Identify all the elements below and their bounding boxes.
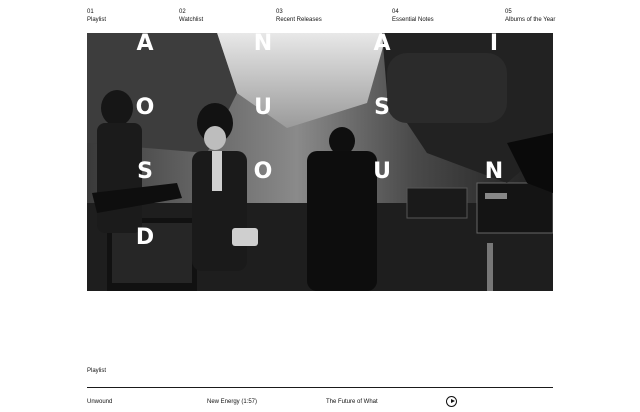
top-navigation: 01 Playlist 02 Watchlist 03 Recent Relea… — [0, 8, 640, 24]
band-photo-illustration — [87, 33, 553, 291]
playlist-section-title: Playlist — [87, 368, 107, 374]
nav-item-albums-of-the-year[interactable]: 05 Albums of the Year — [505, 8, 555, 24]
nav-item-label: Essential Notes — [392, 17, 434, 23]
nav-item-number: 02 — [179, 9, 186, 15]
track-album: The Future of What — [326, 399, 378, 405]
track-song: New Energy (1:57) — [207, 399, 258, 405]
nav-item-number: 01 — [87, 9, 94, 15]
nav-item-recent-releases[interactable]: 03 Recent Releases — [276, 8, 322, 24]
track-artist: Unwound — [87, 399, 113, 405]
nav-item-label: Playlist — [87, 17, 107, 23]
playlist-divider — [87, 387, 553, 388]
hero-band-photo: A N A I O U S S O U N D — [87, 33, 553, 291]
nav-item-number: 03 — [276, 9, 283, 15]
nav-item-number: 05 — [505, 9, 512, 15]
nav-item-playlist[interactable]: 01 Playlist — [87, 8, 106, 24]
play-circle-icon[interactable] — [446, 396, 457, 407]
nav-item-essential-notes[interactable]: 04 Essential Notes — [392, 8, 434, 24]
nav-item-number: 04 — [392, 9, 399, 15]
nav-item-label: Watchlist — [179, 17, 204, 23]
nav-item-label: Recent Releases — [276, 17, 322, 23]
nav-item-watchlist[interactable]: 02 Watchlist — [179, 8, 203, 24]
nav-item-label: Albums of the Year — [505, 17, 556, 23]
